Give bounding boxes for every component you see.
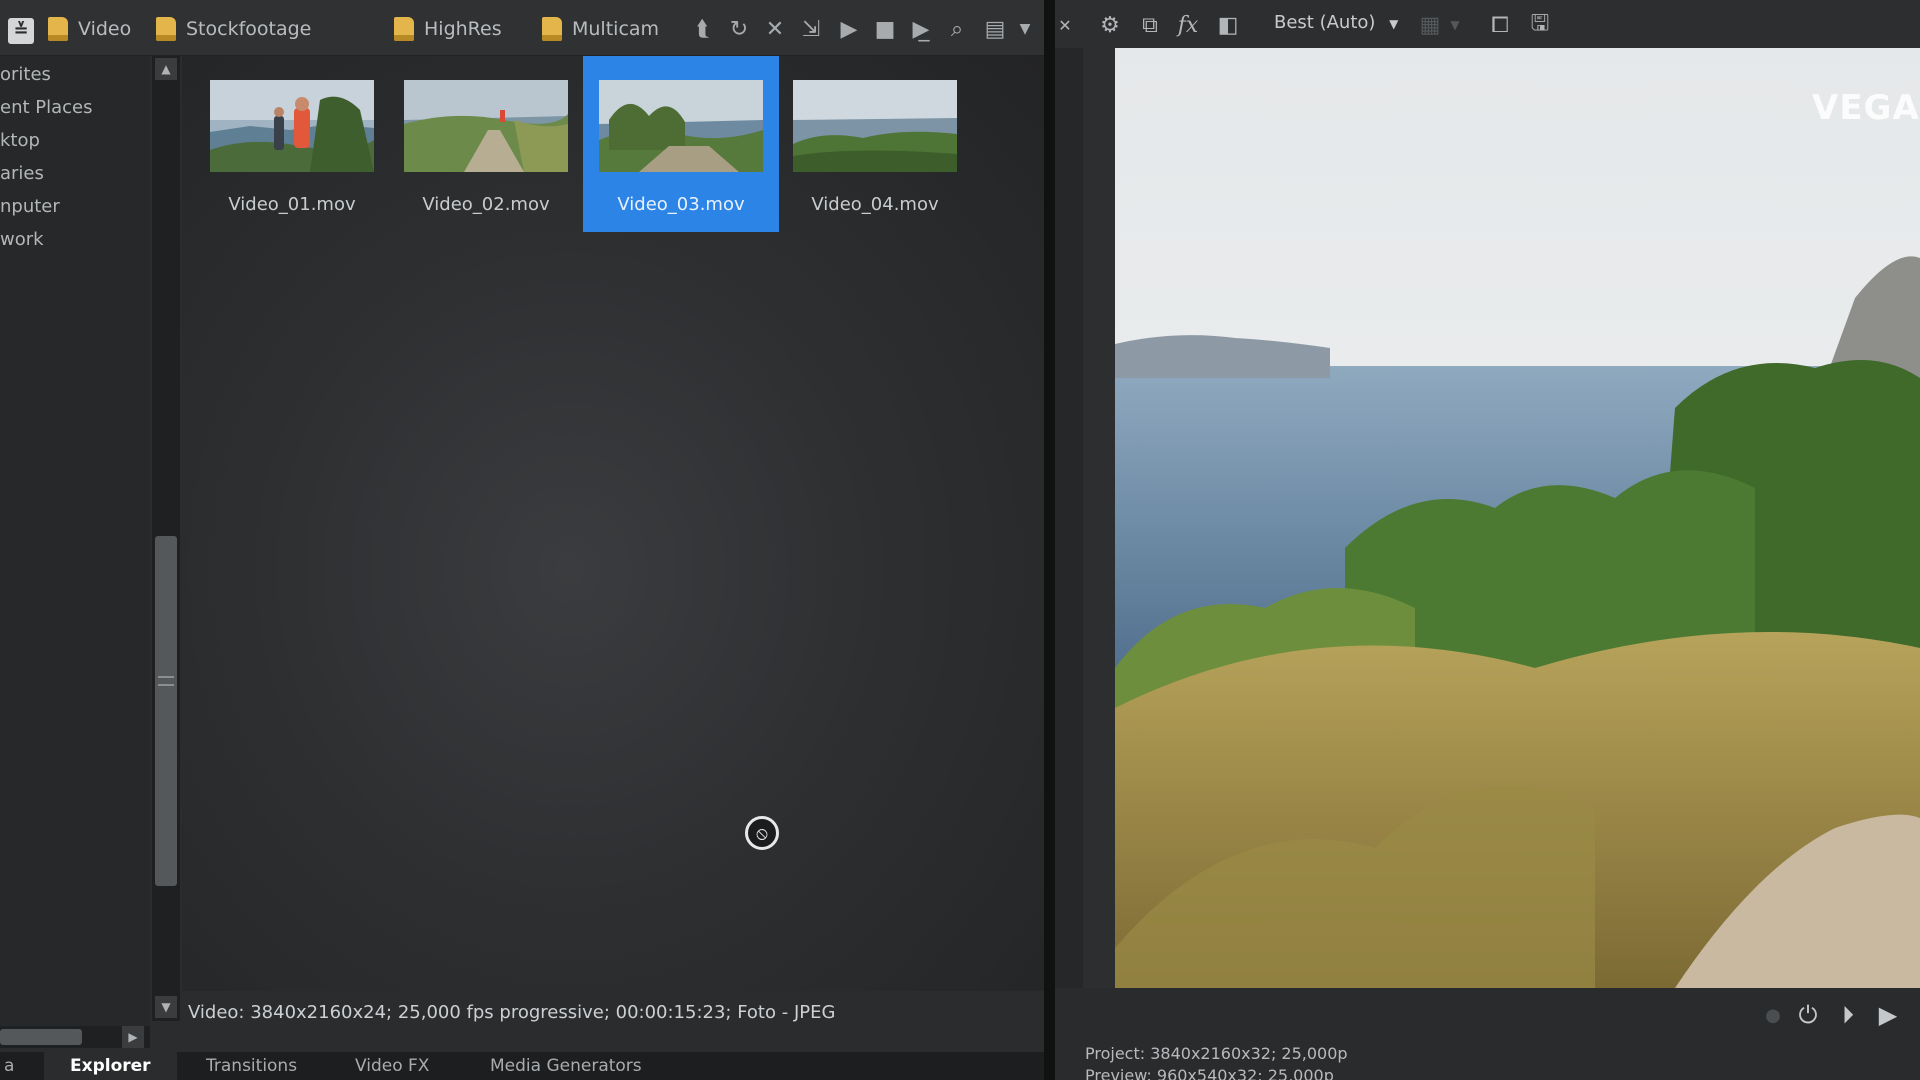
clip-thumbnail [210,80,374,172]
folder-favorite-multicam[interactable]: Multicam [542,14,659,44]
preview-toolbar: ✕ ⚙ ⧉ fx ◧ Best (Auto) ▼ ▦ ▼ ⧠ 🖫 [1055,0,1920,48]
tab-video-fx[interactable]: Video FX [355,1052,429,1080]
folder-tree: orites ent Places ktop aries nputer work [0,56,150,1026]
overlays-dropdown-icon[interactable]: ▼ [1445,10,1465,40]
play-icon[interactable]: ▶ [1873,1000,1903,1030]
media-file-list: Video_01.mov Video_02.mov Video_03.mov V… [182,56,1044,991]
views-icon[interactable]: ▤ [980,14,1010,44]
search-icon[interactable]: ⌕ [942,14,972,44]
add-to-project-icon[interactable]: ⇲ [796,14,826,44]
folder-icon [48,17,68,41]
explorer-menu-icon[interactable]: ≚ [8,18,34,44]
tab-media-generators[interactable]: Media Generators [490,1052,642,1080]
tree-item-recent-places[interactable]: ent Places [0,97,93,127]
gear-icon[interactable]: ⚙ [1095,10,1125,40]
scrollbar-thumb[interactable] [155,536,177,886]
clip-filename: Video_03.mov [617,194,745,215]
window-splitter[interactable] [1044,0,1055,1080]
folder-icon [542,17,562,41]
chevron-down-icon: ▼ [1389,17,1399,31]
tab-explorer[interactable]: Explorer [44,1052,177,1080]
scrollbar-grip-icon [158,676,174,686]
tree-item-favorites[interactable]: orites [0,64,51,94]
media-item-video-04[interactable]: Video_04.mov [777,56,973,232]
views-dropdown-icon[interactable]: ▼ [1010,14,1040,44]
folder-label: Multicam [572,18,660,40]
loop-icon[interactable]: ⏻ [1793,1000,1823,1030]
delete-icon[interactable]: ✕ [760,14,790,44]
clip-thumbnail [404,80,568,172]
clip-filename: Video_01.mov [228,194,356,215]
media-item-video-01[interactable]: Video_01.mov [194,56,390,232]
folder-favorite-highres[interactable]: HighRes [394,14,502,44]
folder-icon [156,17,176,41]
media-item-video-03[interactable]: Video_03.mov [583,56,779,232]
explorer-toolbar: ≚ Video Stockfootage HighRes Multicam ⮬ … [0,0,1044,56]
external-monitor-icon[interactable]: ⧉ [1135,10,1165,40]
tree-horizontal-scrollbar[interactable]: ▶ [0,1026,150,1048]
fx-icon[interactable]: fx [1173,10,1203,40]
folder-favorite-stockfootage[interactable]: Stockfootage [156,14,311,44]
project-info: Project: 3840x2160x32; 25,000p [1085,1044,1348,1063]
record-icon[interactable]: ● [1758,1000,1788,1030]
tree-item-desktop[interactable]: ktop [0,130,40,160]
folder-favorite-video[interactable]: Video [48,14,131,44]
scroll-up-arrow-icon[interactable]: ▲ [155,58,177,80]
split-screen-icon[interactable]: ◧ [1213,10,1243,40]
scrollbar-thumb[interactable] [0,1029,82,1045]
tab-transitions[interactable]: Transitions [206,1052,297,1080]
preview-side-handle[interactable] [1055,48,1083,988]
media-item-video-02[interactable]: Video_02.mov [388,56,584,232]
play-from-start-icon[interactable]: ⏵︎ [1833,1000,1863,1030]
video-preview-canvas: VEGAS [1115,48,1920,988]
clip-filename: Video_04.mov [811,194,939,215]
explorer-window: ≚ Video Stockfootage HighRes Multicam ⮬ … [0,0,1044,1080]
folder-icon [394,17,414,41]
clip-thumbnail [793,80,957,172]
folder-label: Video [78,18,132,40]
media-info-status: Video: 3840x2160x24; 25,000 fps progress… [188,1002,836,1023]
up-folder-icon[interactable]: ⮬ [688,14,718,44]
scroll-down-arrow-icon[interactable]: ▼ [155,996,177,1018]
save-snapshot-icon[interactable]: 🖫 [1525,10,1555,40]
refresh-icon[interactable]: ↻ [724,14,754,44]
preview-info: Preview: 960x540x32; 25,000p [1085,1066,1334,1080]
video-preview-window: ✕ ⚙ ⧉ fx ◧ Best (Auto) ▼ ▦ ▼ ⧠ 🖫 VEGA ● … [1055,0,1920,1080]
stop-icon[interactable]: ■ [870,14,900,44]
tree-vertical-scrollbar[interactable]: ▲ ▼ [152,56,180,1021]
folder-label: Stockfootage [186,18,312,40]
tree-item-libraries[interactable]: aries [0,163,44,193]
folder-label: HighRes [424,18,502,40]
close-icon[interactable]: ✕ [1055,10,1075,40]
overlays-icon[interactable]: ▦ [1415,10,1445,40]
play-icon[interactable]: ▶ [834,14,864,44]
tree-item-computer[interactable]: nputer [0,196,60,226]
tree-item-network[interactable]: work [0,229,44,259]
clip-thumbnail [599,80,763,172]
copy-snapshot-icon[interactable]: ⧠ [1485,10,1515,40]
preview-quality-value: Best (Auto) [1274,12,1376,33]
scroll-right-arrow-icon[interactable]: ▶ [122,1026,144,1048]
preview-quality-select[interactable]: Best (Auto) ▼ [1274,12,1398,33]
window-tabs: a Explorer Transitions Video FX Media Ge… [0,1052,1044,1080]
auto-preview-icon[interactable]: ▶̲ [906,14,936,44]
tab-project-media[interactable]: a [0,1052,18,1080]
vegas-watermark: VEGAS [1812,88,1920,128]
clip-filename: Video_02.mov [422,194,550,215]
busy-cursor-icon: ⦸ [745,816,779,850]
